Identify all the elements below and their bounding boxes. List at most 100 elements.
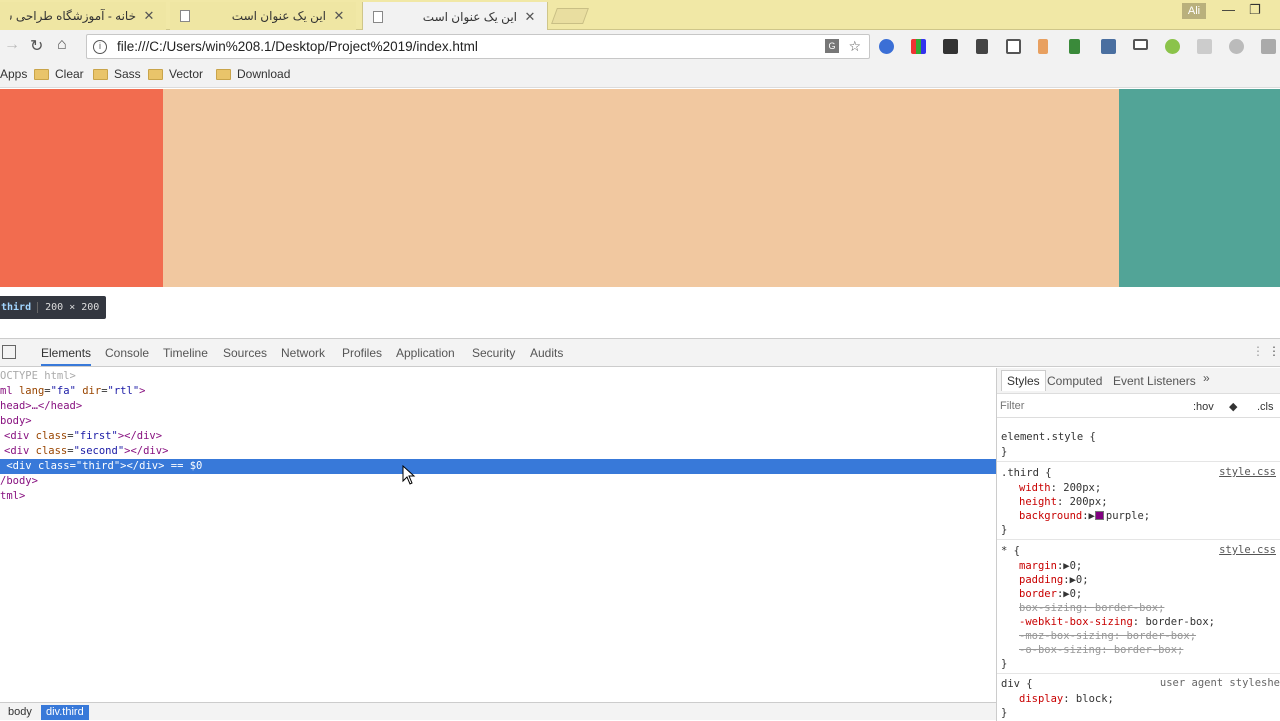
tab-sources[interactable]: Sources (223, 346, 267, 360)
star-icon[interactable]: ☆ (848, 38, 861, 55)
styles-filter-input[interactable] (1000, 400, 1180, 412)
extension-icon[interactable] (1261, 39, 1276, 54)
extension-icon[interactable] (1101, 39, 1116, 54)
rule-universal-selector[interactable]: * { (1001, 544, 1020, 558)
device-toolbar-icon[interactable] (2, 345, 16, 359)
hov-toggle[interactable]: :hov (1193, 401, 1214, 413)
decl-margin[interactable]: margin:▶0; (1019, 559, 1082, 573)
tooltip-dimensions: 200 × 200 (37, 302, 106, 313)
tag-name: <div (4, 430, 30, 442)
dom-node-html[interactable]: ml lang="fa" dir="rtl"> (0, 384, 145, 399)
decl-box-sizing-overridden[interactable]: box-sizing: border-box; (1019, 601, 1164, 615)
tab-network[interactable]: Network (281, 346, 325, 360)
tab-event-listeners[interactable]: Event Listeners (1113, 374, 1196, 388)
bookmark-folder-sass[interactable]: Sass (93, 67, 141, 81)
bookmark-folder-download[interactable]: Download (216, 67, 290, 81)
chevron-right-icon[interactable]: » (1203, 371, 1210, 385)
extension-icon[interactable] (1069, 39, 1080, 54)
decl-border[interactable]: border:▶0; (1019, 587, 1082, 601)
prop-value: block; (1075, 693, 1114, 705)
rule-div-selector[interactable]: div { (1001, 677, 1033, 691)
tag-name: <div (4, 445, 30, 457)
rule-element-style[interactable]: element.style { (1001, 430, 1096, 444)
decl-moz-box-sizing-overridden[interactable]: -moz-box-sizing: border-box; (1019, 629, 1196, 643)
profile-button[interactable]: Ali (1182, 3, 1206, 19)
reload-icon[interactable]: ↻ (30, 36, 43, 56)
decl-width[interactable]: width: 200px; (1019, 481, 1101, 495)
address-bar[interactable]: i G ☆ (86, 34, 870, 59)
tab-bar: خانه - آموزشگاه طراحی سا ✕ این یک عنوان … (0, 0, 1280, 31)
attr-name: dir (82, 385, 102, 397)
diamond-icon[interactable]: ◆ (1229, 400, 1237, 413)
restore-icon[interactable]: ❐ (1249, 2, 1261, 18)
bookmark-folder-vector[interactable]: Vector (148, 67, 203, 81)
forward-icon[interactable]: → (4, 36, 20, 54)
attr-value: "second" (73, 445, 125, 457)
cls-toggle[interactable]: .cls (1257, 401, 1274, 413)
attr-name: class (35, 430, 68, 442)
tab-security[interactable]: Security (472, 346, 515, 360)
dom-node-html-close[interactable]: tml> (0, 489, 25, 504)
extension-icon[interactable] (1006, 39, 1021, 54)
tab-console[interactable]: Console (105, 346, 149, 360)
breadcrumb-body[interactable]: body (3, 705, 37, 720)
more-options-icon[interactable]: ⋮ (1268, 344, 1280, 358)
rule-third-selector[interactable]: .third { (1001, 466, 1052, 480)
close-icon[interactable]: ✕ (142, 8, 156, 24)
dom-node-div-third-selected[interactable]: <div class="third"></div> == $0 (0, 459, 996, 474)
dom-node-div-second[interactable]: <div class="second"></div> (4, 444, 168, 459)
extension-icon[interactable] (1229, 39, 1244, 54)
extension-icon[interactable] (1165, 39, 1180, 54)
translate-icon[interactable]: G (825, 39, 839, 53)
dom-node-body[interactable]: body> (0, 414, 32, 429)
browser-tab-2[interactable]: این یک عنوان است ✕ (170, 2, 356, 30)
bookmark-label: Clear (55, 67, 84, 81)
home-icon[interactable]: ⌂ (57, 36, 67, 54)
dom-node-doctype[interactable]: OCTYPE html> (0, 369, 76, 384)
attr-value: "fa" (50, 385, 76, 397)
tab-elements[interactable]: Elements (41, 346, 92, 366)
decl-display[interactable]: display: block; (1019, 692, 1114, 706)
decl-height[interactable]: height: 200px; (1019, 495, 1108, 509)
close-icon[interactable]: ✕ (332, 8, 346, 24)
bookmark-apps[interactable]: Apps (0, 67, 27, 81)
color-swatch[interactable] (1094, 511, 1104, 520)
rule-separator (997, 673, 1280, 674)
close-icon[interactable]: ✕ (523, 9, 537, 25)
minimize-icon[interactable]: — (1222, 2, 1235, 17)
tab-application[interactable]: Application (396, 346, 455, 360)
extension-icon[interactable] (976, 39, 988, 54)
tab-timeline[interactable]: Timeline (163, 346, 208, 360)
prop-name: margin (1019, 560, 1057, 572)
extension-icon[interactable] (1197, 39, 1212, 54)
new-tab-button[interactable] (551, 8, 589, 24)
extension-icon[interactable] (943, 39, 958, 54)
browser-tab-3[interactable]: این یک عنوان است ✕ (362, 2, 548, 31)
tab-styles[interactable]: Styles (1001, 370, 1046, 391)
decl-webkit-box-sizing[interactable]: -webkit-box-sizing: border-box; (1019, 615, 1215, 629)
decl-background[interactable]: background:▶ purple; (1019, 509, 1150, 523)
prop-name: padding (1019, 574, 1064, 586)
info-icon[interactable]: i (93, 39, 107, 54)
extension-icon[interactable] (879, 39, 894, 54)
bookmark-folder-clear[interactable]: Clear (34, 67, 84, 81)
source-link[interactable]: style.css (1219, 544, 1276, 556)
dom-node-head[interactable]: head>…</head> (0, 399, 82, 414)
extension-icon[interactable] (1038, 39, 1048, 54)
decl-padding[interactable]: padding:▶0; (1019, 573, 1089, 587)
tab-profiles[interactable]: Profiles (342, 346, 382, 360)
url-input[interactable] (117, 39, 817, 54)
breadcrumb-div-third[interactable]: div.third (41, 705, 89, 720)
browser-tab-1[interactable]: خانه - آموزشگاه طراحی سا ✕ (0, 2, 166, 30)
extension-icon[interactable] (1133, 39, 1148, 50)
rule-close: } (1001, 446, 1008, 458)
decl-o-box-sizing-overridden[interactable]: -o-box-sizing: border-box; (1019, 643, 1183, 657)
bookmark-label: Vector (169, 67, 204, 81)
dom-node-div-first[interactable]: <div class="first"></div> (4, 429, 162, 444)
tab-computed[interactable]: Computed (1047, 374, 1102, 388)
dom-node-body-close[interactable]: /body> (0, 474, 38, 489)
tab-audits[interactable]: Audits (530, 346, 563, 360)
source-link[interactable]: style.css (1219, 466, 1276, 478)
extension-icon[interactable] (911, 39, 926, 54)
div-third (1119, 89, 1280, 287)
